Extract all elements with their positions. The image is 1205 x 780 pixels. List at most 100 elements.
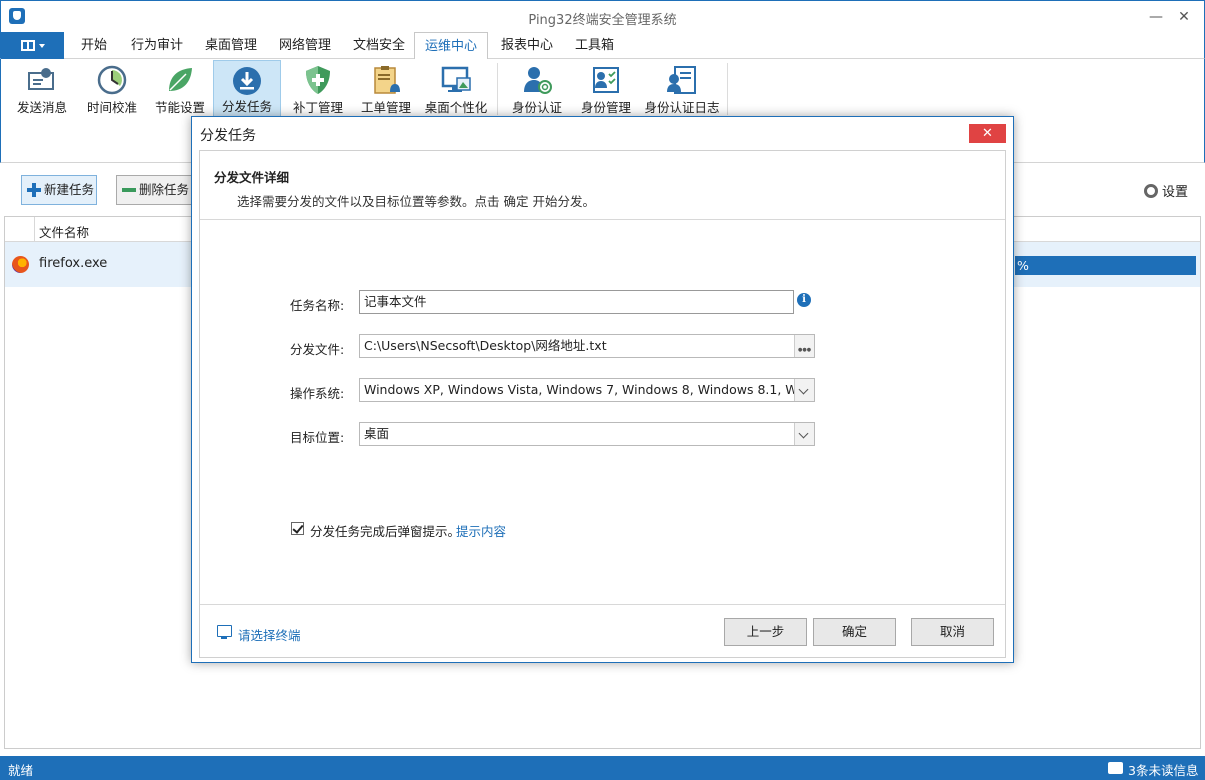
ok-button[interactable]: 确定: [813, 618, 896, 646]
previous-step-button[interactable]: 上一步: [724, 618, 807, 646]
os-value: Windows XP, Windows Vista, Windows 7, Wi…: [364, 382, 815, 397]
file-path-value: C:\Users\NSecsoft\Desktop\网络地址.txt: [364, 338, 607, 353]
ribbon-label: 身份认证: [511, 100, 562, 115]
dialog-footer: 请选择终端 上一步 确定 取消: [200, 604, 1005, 658]
hint-content-link[interactable]: 提示内容: [456, 521, 506, 540]
ribbon-label: 补丁管理: [292, 100, 343, 115]
tab-report-center[interactable]: 报表中心: [497, 32, 557, 59]
ribbon-send-message[interactable]: 发送消息: [11, 60, 73, 118]
tab-behavior-audit[interactable]: 行为审计: [127, 32, 187, 59]
dialog-heading: 分发文件详细: [214, 170, 290, 185]
download-icon: [233, 67, 261, 95]
user-fingerprint-icon: [524, 67, 552, 94]
status-text: 就绪: [8, 763, 34, 778]
dialog-body: 分发文件详细 选择需要分发的文件以及目标位置等参数。点击 确定 开始分发。 任务…: [199, 150, 1006, 658]
row-file-name: firefox.exe: [39, 256, 108, 271]
column-header-file-name[interactable]: 文件名称: [39, 222, 89, 241]
ribbon-identity-management[interactable]: 身份管理: [575, 60, 637, 118]
dialog-header: 分发文件详细 选择需要分发的文件以及目标位置等参数。点击 确定 开始分发。: [200, 151, 1005, 220]
ribbon-time-sync[interactable]: 时间校准: [81, 60, 143, 118]
terminal-icon: [217, 625, 232, 639]
new-task-label: 新建任务: [44, 182, 95, 197]
window-title: Ping32终端安全管理系统: [528, 13, 677, 28]
cancel-button[interactable]: 取消: [911, 618, 994, 646]
ribbon-desktop-personalize[interactable]: 桌面个性化: [423, 60, 489, 118]
file-label: 分发文件:: [290, 342, 345, 357]
ribbon-label: 发送消息: [16, 100, 67, 115]
os-label: 操作系统:: [290, 386, 345, 401]
target-select[interactable]: 桌面: [359, 422, 815, 446]
tab-ops-center[interactable]: 运维中心: [414, 32, 488, 60]
ribbon-label: 身份认证日志: [644, 100, 720, 115]
tab-network-management[interactable]: 网络管理: [275, 32, 335, 59]
ribbon-label: 桌面个性化: [424, 100, 488, 115]
tab-toolbox[interactable]: 工具箱: [571, 32, 618, 59]
ribbon-label: 节能设置: [154, 100, 205, 115]
ribbon-identity-auth-log[interactable]: 身份认证日志: [643, 60, 721, 118]
minimize-icon[interactable]: —: [1144, 5, 1168, 29]
clock-icon: [97, 65, 127, 95]
clipboard-bell-icon: [374, 66, 400, 94]
unread-messages[interactable]: 3条未读信息: [1128, 760, 1198, 779]
close-window-icon[interactable]: ✕: [1172, 5, 1196, 29]
tab-start[interactable]: 开始: [77, 32, 111, 59]
user-checklist-icon: [593, 67, 619, 93]
settings-label: 设置: [1162, 185, 1189, 200]
target-label: 目标位置:: [290, 430, 345, 445]
chevron-down-icon: [798, 428, 809, 439]
target-value: 桌面: [364, 426, 390, 441]
menu-tab-bar: 开始 行为审计 桌面管理 网络管理 文档安全 运维中心 报表中心 工具箱: [0, 32, 1205, 60]
popup-hint-checkbox[interactable]: [291, 522, 304, 535]
chevron-down-icon: [798, 384, 809, 395]
ribbon-distribute-task[interactable]: 分发任务: [213, 60, 281, 118]
dialog-subheading: 选择需要分发的文件以及目标位置等参数。点击 确定 开始分发。: [237, 194, 595, 209]
ribbon-divider: [727, 63, 728, 115]
ribbon-label: 身份管理: [580, 100, 631, 115]
delete-task-label: 删除任务: [139, 182, 190, 197]
plus-icon: [27, 183, 41, 197]
user-log-icon: [667, 66, 696, 94]
close-icon[interactable]: ✕: [969, 124, 1006, 143]
target-dropdown-button[interactable]: [794, 423, 814, 445]
ellipsis-icon: [798, 339, 812, 357]
leaf-icon: [169, 68, 192, 91]
browse-button[interactable]: [794, 335, 814, 357]
header-icon-column: [5, 217, 35, 241]
menu-book-icon: [21, 40, 35, 51]
ribbon-ticket-management[interactable]: 工单管理: [355, 60, 417, 118]
delete-task-button[interactable]: 删除任务: [116, 175, 194, 205]
os-select[interactable]: Windows XP, Windows Vista, Windows 7, Wi…: [359, 378, 815, 402]
dialog-title: 分发任务: [200, 128, 256, 144]
chevron-down-icon: [39, 44, 45, 48]
ribbon-label: 时间校准: [86, 100, 137, 115]
file-path-field[interactable]: C:\Users\NSecsoft\Desktop\网络地址.txt: [359, 334, 815, 358]
new-task-button[interactable]: 新建任务: [21, 175, 97, 205]
os-dropdown-button[interactable]: [794, 379, 814, 401]
message-user-icon: [28, 68, 54, 90]
ribbon-divider: [497, 63, 498, 115]
shield-icon: [306, 66, 330, 94]
ribbon-patch-management[interactable]: 补丁管理: [287, 60, 349, 118]
title-bar: Ping32终端安全管理系统 — ✕: [0, 0, 1205, 32]
task-name-input[interactable]: 记事本文件: [359, 290, 794, 314]
distribute-task-dialog: 分发任务 ✕ 分发文件详细 选择需要分发的文件以及目标位置等参数。点击 确定 开…: [191, 116, 1014, 663]
progress-bar: %: [1015, 256, 1196, 275]
app-menu-button[interactable]: [1, 32, 64, 59]
message-icon[interactable]: [1108, 762, 1123, 774]
info-icon[interactable]: i: [797, 293, 811, 307]
tab-desktop-management[interactable]: 桌面管理: [201, 32, 261, 59]
ribbon-energy-settings[interactable]: 节能设置: [149, 60, 211, 118]
task-name-label: 任务名称:: [290, 298, 345, 313]
ribbon-identity-auth[interactable]: 身份认证: [506, 60, 568, 118]
status-bar: 就绪 3条未读信息: [0, 756, 1205, 780]
popup-hint-label[interactable]: 分发任务完成后弹窗提示。: [310, 521, 460, 540]
select-terminal-link[interactable]: 请选择终端: [238, 625, 301, 644]
minus-icon: [122, 188, 136, 192]
monitor-icon: [441, 66, 471, 92]
gear-icon: [1144, 184, 1158, 198]
ribbon-label: 工单管理: [360, 100, 411, 115]
tab-document-security[interactable]: 文档安全: [349, 32, 409, 59]
firefox-icon: [12, 256, 29, 273]
ribbon-label: 分发任务: [221, 99, 272, 114]
settings-button[interactable]: 设置: [1144, 181, 1188, 200]
